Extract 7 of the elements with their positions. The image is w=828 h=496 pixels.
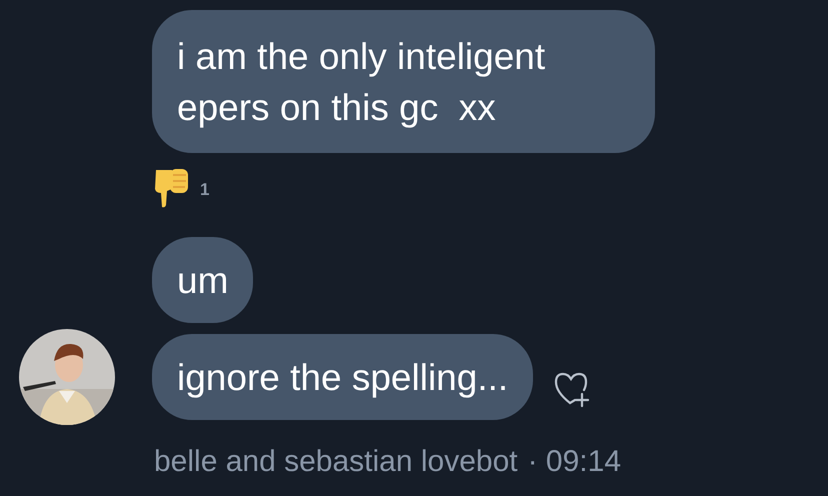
message-bubble: i am the only inteligent epers on this gc xx	[152, 10, 655, 153]
reaction-count: 1	[200, 180, 210, 200]
message-bubble: um	[152, 237, 254, 323]
message-time: · 09:14	[528, 445, 622, 479]
message-bubble: ignore the spelling...	[152, 334, 534, 420]
heart-plus-icon[interactable]	[553, 370, 592, 408]
sender-name: belle and sebastian lovebot	[154, 445, 518, 479]
